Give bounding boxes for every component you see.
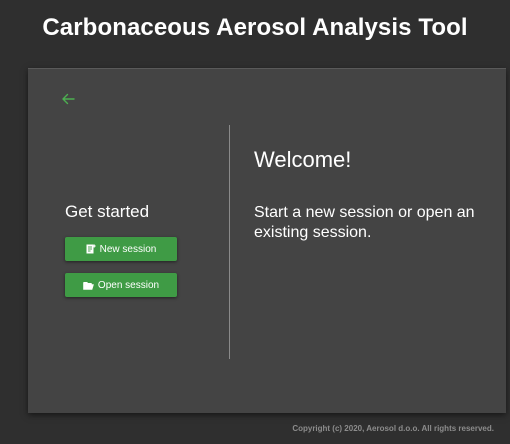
new-session-label: New session (99, 243, 157, 255)
welcome-heading: Welcome! (254, 147, 352, 172)
open-session-button[interactable]: Open session (65, 273, 177, 297)
open-session-label: Open session (97, 279, 160, 291)
new-session-button[interactable]: New session (65, 237, 177, 261)
welcome-message: Start a new session or open an existing … (254, 204, 475, 241)
app-title: Carbonaceous Aerosol Analysis Tool (42, 14, 468, 41)
arrow-left-icon[interactable] (60, 91, 76, 107)
folder-open-icon (83, 281, 94, 290)
new-document-icon (86, 244, 96, 254)
get-started-heading: Get started (65, 202, 150, 221)
start-card: Get started New session Open session Wel… (28, 68, 506, 413)
copyright-footer: Copyright (c) 2020, Aerosol d.o.o. All r… (292, 424, 494, 433)
panel-divider (229, 125, 230, 359)
